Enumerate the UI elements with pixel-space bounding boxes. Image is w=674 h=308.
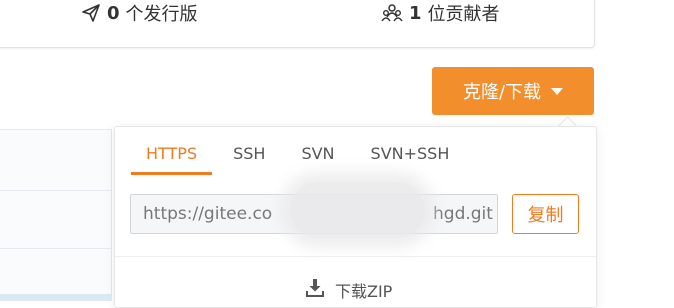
caret-down-icon: [551, 87, 564, 95]
clone-url-suffix: hgd.git: [433, 204, 493, 224]
contributors-label: 位贡献者: [427, 4, 500, 25]
tab-svn[interactable]: SVN: [286, 127, 349, 175]
download-icon: [305, 278, 325, 302]
repo-stats-bar: 0 个发行版 1 位贡献者: [0, 0, 595, 48]
contributors-stat[interactable]: 1 位贡献者: [381, 0, 500, 26]
dropdown-divider: [115, 256, 596, 257]
download-zip-link[interactable]: 下载ZIP: [305, 278, 392, 302]
tab-ssh[interactable]: SSH: [218, 127, 280, 175]
releases-label: 个发行版: [125, 4, 198, 25]
copy-button[interactable]: 复制: [512, 194, 579, 234]
redaction-blur: [290, 182, 425, 238]
send-icon: [81, 3, 101, 23]
contributors-icon: [381, 3, 403, 23]
file-list-divider: [0, 248, 111, 249]
releases-count: 0: [107, 2, 120, 24]
download-zip-label: 下载ZIP: [335, 282, 393, 301]
protocol-tabs: HTTPS SSH SVN SVN+SSH: [131, 127, 470, 175]
file-list-highlight: [0, 294, 111, 300]
releases-stat[interactable]: 0 个发行版: [81, 0, 198, 26]
clone-dropdown: HTTPS SSH SVN SVN+SSH https://gitee.co h…: [114, 126, 597, 308]
file-list-divider: [0, 190, 111, 191]
tab-https[interactable]: HTTPS: [131, 127, 213, 175]
clone-download-label: 克隆/下载: [462, 82, 542, 103]
tab-svn-ssh[interactable]: SVN+SSH: [356, 127, 465, 175]
clone-url-prefix: https://gitee.co: [143, 204, 273, 224]
contributors-count: 1: [409, 2, 422, 24]
file-list-panel: [0, 129, 112, 301]
clone-download-button[interactable]: 克隆/下载: [432, 67, 594, 115]
